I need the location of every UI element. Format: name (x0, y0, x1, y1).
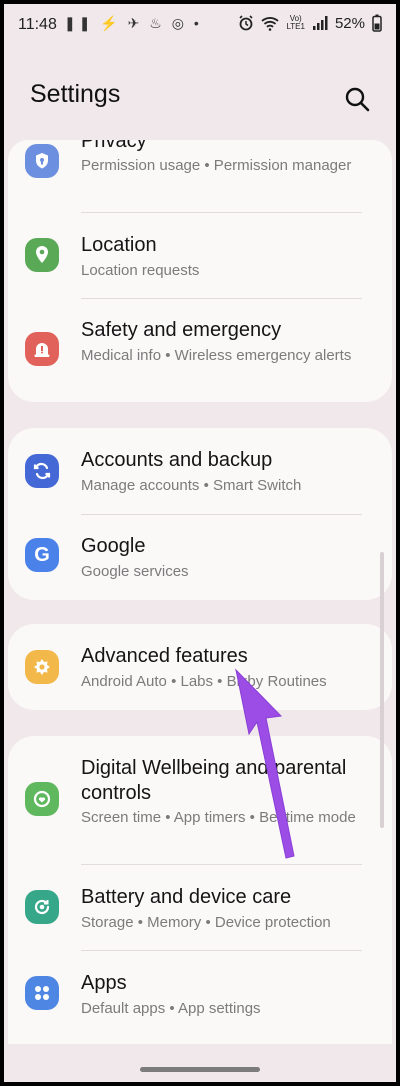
notification-icons: ❚❚ ⚡ ✈ ♨ ◎ • (64, 15, 202, 31)
item-title: Advanced features (81, 645, 248, 667)
settings-item-battery-device-care[interactable]: Battery and device care Storage • Memory… (8, 864, 392, 950)
sync-icon (25, 454, 59, 488)
item-subtitle: Permission usage • Permission manager (81, 157, 352, 174)
item-subtitle: Medical info • Wireless emergency alerts (81, 347, 352, 364)
status-bar: 11:48 ❚❚ ⚡ ✈ ♨ ◎ • Vo) LTE1 52% (0, 0, 400, 52)
item-subtitle: Manage accounts • Smart Switch (81, 477, 302, 494)
item-title: Google (81, 535, 146, 557)
item-title: Safety and emergency (81, 319, 282, 341)
settings-item-advanced-features[interactable]: Advanced features Android Auto • Labs • … (8, 624, 392, 710)
item-title: Digital Wellbeing and parental controls (81, 757, 347, 804)
item-title: Privacy (81, 140, 147, 152)
status-right: Vo) LTE1 52% (238, 14, 382, 32)
scrollbar[interactable] (380, 552, 384, 828)
item-title: Location (81, 234, 157, 256)
signal-icon (312, 16, 328, 30)
item-subtitle: Screen time • App timers • Bedtime mode (81, 809, 356, 826)
settings-item-safety[interactable]: Safety and emergency Medical info • Wire… (8, 300, 392, 400)
search-icon[interactable] (344, 86, 370, 112)
item-subtitle: Default apps • App settings (81, 1000, 261, 1017)
settings-group-advanced: Advanced features Android Auto • Labs • … (8, 624, 392, 710)
battery-percent: 52% (334, 14, 365, 32)
settings-item-privacy[interactable]: Privacy Permission usage • Permission ma… (8, 140, 392, 214)
page-title: Settings (30, 80, 121, 108)
settings-item-google[interactable]: G Google Google services (8, 514, 392, 600)
settings-item-accounts-backup[interactable]: Accounts and backup Manage accounts • Sm… (8, 428, 392, 514)
shield-icon (25, 144, 59, 178)
status-time: 11:48 (18, 16, 57, 33)
settings-group-privacy: Privacy Permission usage • Permission ma… (8, 140, 392, 402)
battery-icon (372, 14, 382, 32)
item-title: Battery and device care (81, 886, 292, 908)
item-subtitle: Storage • Memory • Device protection (81, 914, 331, 931)
settings-group-accounts: Accounts and backup Manage accounts • Sm… (8, 428, 392, 600)
apps-icon (25, 976, 59, 1010)
home-indicator[interactable] (140, 1067, 260, 1072)
settings-group-wellbeing: Digital Wellbeing and parental controls … (8, 736, 392, 1044)
volte-indicator: Vo) LTE1 (286, 14, 305, 31)
settings-item-apps[interactable]: Apps Default apps • App settings (8, 950, 392, 1036)
location-pin-icon (25, 238, 59, 272)
alarm-icon (239, 15, 254, 31)
settings-item-location[interactable]: Location Location requests (8, 214, 392, 300)
emergency-icon (25, 332, 59, 366)
item-subtitle: Android Auto • Labs • Bixby Routines (81, 673, 327, 690)
wifi-icon (261, 17, 280, 31)
divider (81, 298, 362, 299)
device-care-icon (25, 890, 59, 924)
advanced-features-icon (25, 650, 59, 684)
item-subtitle: Google services (81, 563, 189, 580)
google-icon: G (25, 538, 59, 572)
item-title: Accounts and backup (81, 449, 273, 471)
wellbeing-icon (25, 782, 59, 816)
item-subtitle: Location requests (81, 262, 200, 279)
divider (81, 212, 362, 213)
settings-item-digital-wellbeing[interactable]: Digital Wellbeing and parental controls … (8, 736, 392, 864)
item-title: Apps (81, 972, 127, 994)
